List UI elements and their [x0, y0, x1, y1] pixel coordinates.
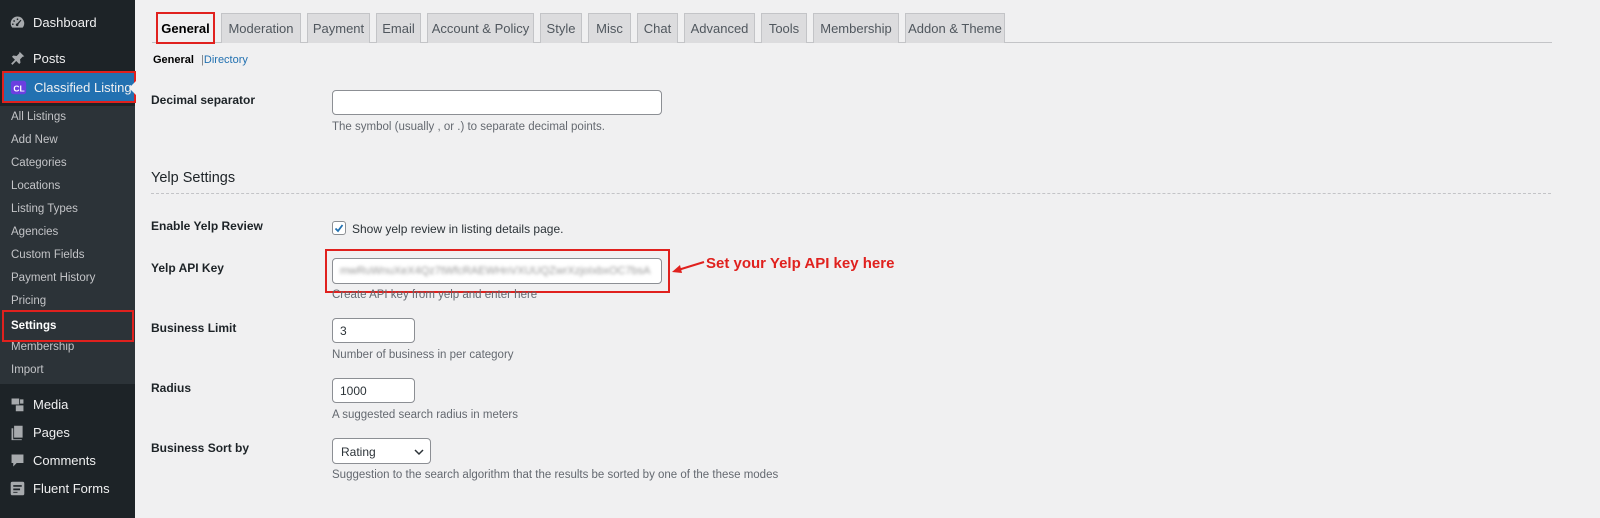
yelp-api-key-description: Create API key from yelp and enter here	[332, 289, 538, 301]
annotation-arrow-icon	[672, 261, 705, 273]
comments-icon	[7, 450, 27, 470]
menu-comments[interactable]: Comments	[0, 446, 135, 474]
menu-classified-listing[interactable]: CL Classified Listing	[2, 71, 136, 103]
tab-addon-theme[interactable]: Addon & Theme	[905, 13, 1005, 43]
enable-yelp-review-checkbox-label[interactable]: Show yelp review in listing details page…	[352, 222, 563, 236]
fluent-forms-icon	[7, 478, 27, 498]
menu-dashboard[interactable]: Dashboard	[0, 8, 135, 36]
business-limit-input[interactable]	[332, 318, 415, 343]
menu-posts[interactable]: Posts	[0, 44, 135, 72]
tab-account-policy[interactable]: Account & Policy	[427, 13, 534, 43]
yelp-api-key-value: mwRuWnuXeX4Qz7tWfcRAEWHnVXUUQZwrXzjoIxbx…	[340, 265, 651, 277]
submenu-locations[interactable]: Locations	[11, 180, 60, 192]
submenu-pricing[interactable]: Pricing	[11, 295, 46, 307]
submenu-all-listings[interactable]: All Listings	[11, 111, 66, 123]
decimal-separator-input[interactable]	[332, 90, 662, 115]
business-sort-by-label: Business Sort by	[151, 441, 250, 455]
tab-email[interactable]: Email	[376, 13, 421, 43]
pages-icon	[7, 422, 27, 442]
submenu-listing-types[interactable]: Listing Types	[11, 203, 78, 215]
tab-misc[interactable]: Misc	[588, 13, 631, 43]
menu-fluent-forms[interactable]: Fluent Forms	[0, 474, 135, 502]
submenu-membership[interactable]: Membership	[11, 341, 74, 353]
classified-listing-logo-icon: CL	[8, 77, 28, 97]
media-icon	[7, 394, 27, 414]
submenu-payment-history[interactable]: Payment History	[11, 272, 95, 284]
svg-text:CL: CL	[13, 83, 24, 93]
submenu-settings[interactable]: Settings	[2, 310, 134, 342]
annotation-text: Set your Yelp API key here	[706, 255, 895, 272]
submenu-custom-fields[interactable]: Custom Fields	[11, 249, 85, 261]
section-divider	[151, 193, 1551, 194]
decimal-separator-label: Decimal separator	[151, 93, 256, 107]
tab-advanced[interactable]: Advanced	[684, 13, 755, 43]
subnav-directory-link[interactable]: Directory	[204, 54, 248, 66]
radius-input[interactable]	[332, 378, 415, 403]
sub-navigation: General |Directory	[153, 54, 248, 66]
tab-general[interactable]: General	[156, 12, 215, 44]
submenu-agencies[interactable]: Agencies	[11, 226, 58, 238]
enable-yelp-review-label: Enable Yelp Review	[151, 219, 263, 233]
decimal-separator-description: The symbol (usually , or .) to separate …	[332, 121, 605, 133]
tab-style[interactable]: Style	[540, 13, 582, 43]
tab-moderation[interactable]: Moderation	[221, 13, 301, 43]
submenu-categories[interactable]: Categories	[11, 157, 67, 169]
radius-description: A suggested search radius in meters	[332, 409, 519, 421]
active-menu-pointer	[129, 81, 136, 95]
subnav-general: General	[153, 54, 194, 66]
business-limit-description: Number of business in per category	[332, 349, 514, 361]
tab-chat[interactable]: Chat	[637, 13, 678, 43]
enable-yelp-review-checkbox[interactable]	[332, 221, 346, 235]
menu-pages[interactable]: Pages	[0, 418, 135, 446]
menu-media[interactable]: Media	[0, 390, 135, 418]
yelp-settings-heading: Yelp Settings	[151, 170, 236, 186]
submenu-add-new[interactable]: Add New	[11, 134, 58, 146]
tab-payment[interactable]: Payment	[307, 13, 370, 43]
tab-tools[interactable]: Tools	[761, 13, 807, 43]
business-sort-by-select[interactable]: Rating	[332, 438, 431, 464]
yelp-api-key-input[interactable]: mwRuWnuXeX4Qz7tWfcRAEWHnVXUUQZwrXzjoIxbx…	[332, 258, 662, 284]
pin-icon	[7, 48, 27, 68]
business-limit-label: Business Limit	[151, 321, 237, 335]
radius-label: Radius	[151, 381, 192, 395]
business-sort-by-selected: Rating	[341, 445, 376, 459]
yelp-api-key-label: Yelp API Key	[151, 261, 224, 275]
classified-listing-submenu: All Listings Add New Categories Location…	[0, 106, 135, 384]
chevron-down-icon	[414, 449, 424, 456]
tab-membership[interactable]: Membership	[813, 13, 899, 43]
dashboard-icon	[7, 12, 27, 32]
checkmark-icon	[334, 224, 344, 233]
admin-sidebar: Dashboard Posts CL Classified Listing Al…	[0, 0, 136, 518]
submenu-import[interactable]: Import	[11, 364, 44, 376]
business-sort-by-description: Suggestion to the search algorithm that …	[332, 469, 779, 481]
